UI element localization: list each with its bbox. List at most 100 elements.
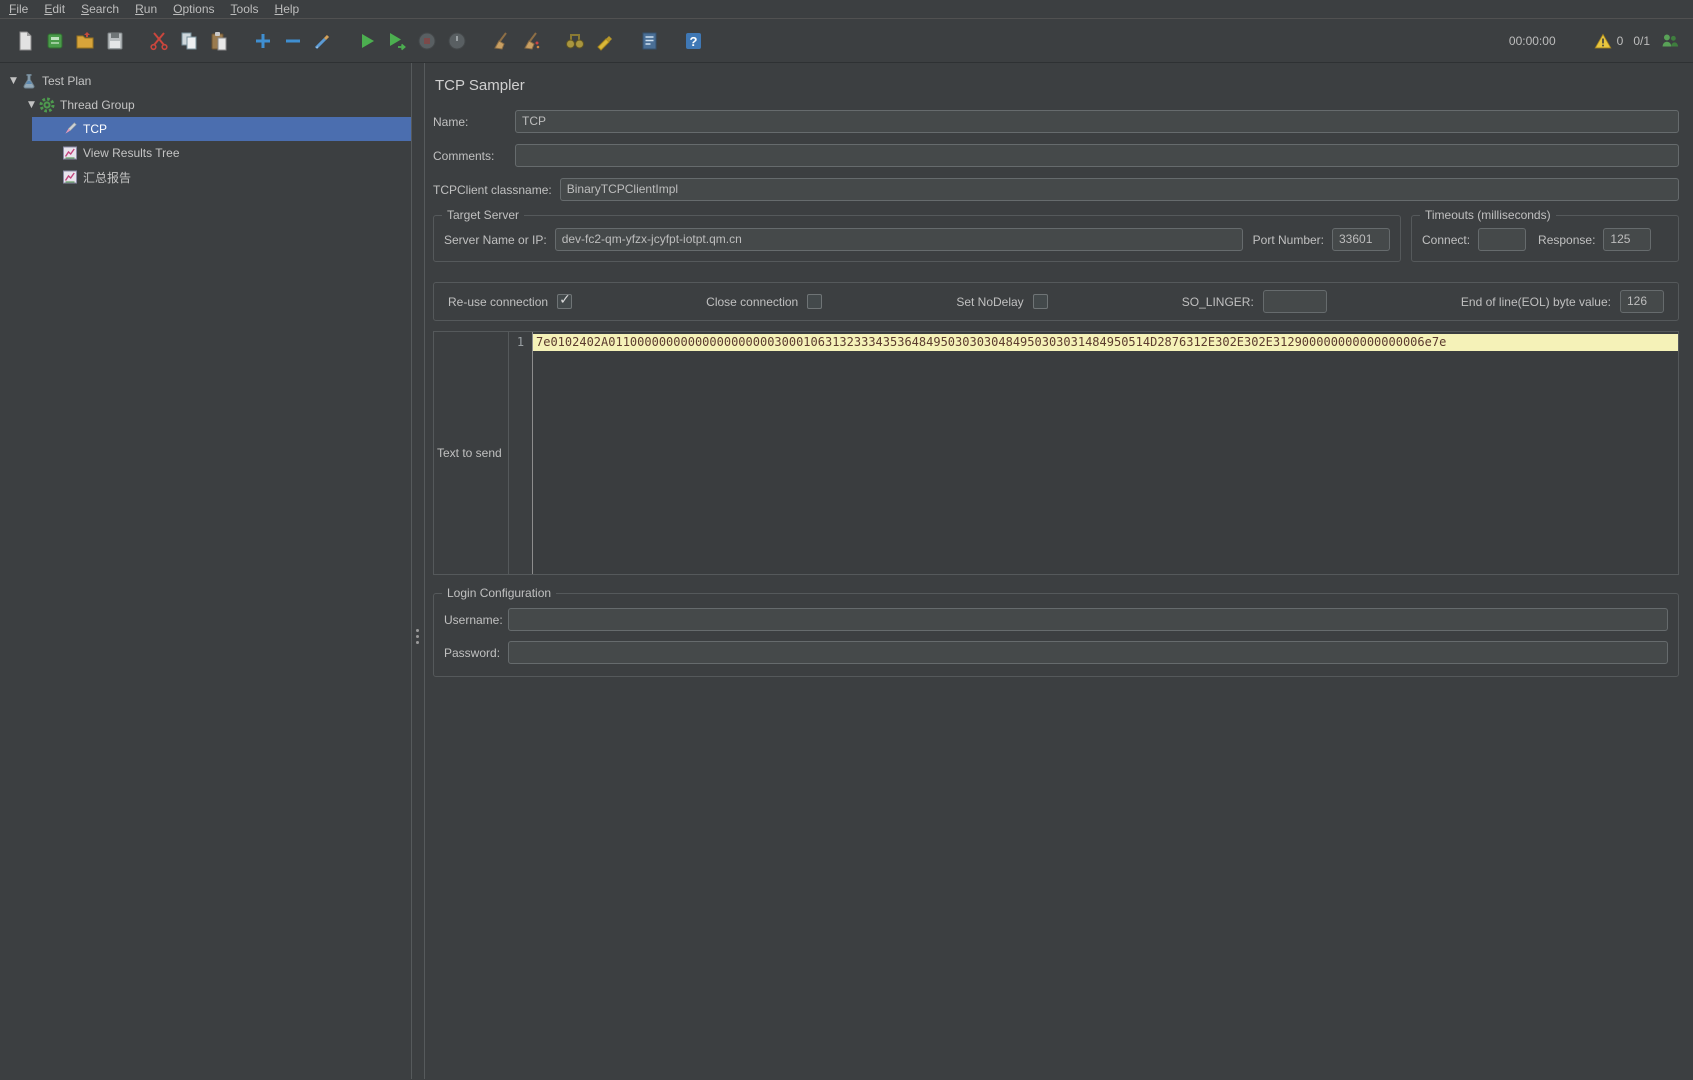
search-reset-button[interactable] xyxy=(590,26,620,56)
menu-help[interactable]: Help xyxy=(270,1,305,17)
toggle-pencil-icon xyxy=(314,34,330,49)
menu-file[interactable]: File xyxy=(4,1,33,17)
line-number: 1 xyxy=(516,335,525,349)
name-input[interactable]: TCP xyxy=(515,110,1679,133)
templates-button[interactable] xyxy=(40,26,70,56)
page-title: TCP Sampler xyxy=(435,77,525,94)
templates-icon xyxy=(47,33,63,48)
menu-edit[interactable]: Edit xyxy=(39,1,70,17)
help-button[interactable]: ? xyxy=(678,26,708,56)
classname-label: TCPClient classname: xyxy=(433,182,552,197)
port-label: Port Number: xyxy=(1252,232,1324,247)
tree-item-tcp[interactable]: TCP xyxy=(0,117,411,141)
tree-item-summary-report[interactable]: 汇总报告 xyxy=(0,165,411,189)
so-linger-label: SO_LINGER: xyxy=(1181,294,1254,309)
connect-timeout-label: Connect: xyxy=(1422,232,1471,247)
clear-button[interactable] xyxy=(486,26,516,56)
remove-button[interactable] xyxy=(278,26,308,56)
target-server-group: Target Server Server Name or IP: dev-fc2… xyxy=(433,208,1401,262)
username-input[interactable] xyxy=(508,608,1668,631)
search-binoculars-icon xyxy=(566,33,584,48)
line-number-gutter: 1 xyxy=(508,332,533,574)
eol-label: End of line(EOL) byte value: xyxy=(1460,294,1611,309)
eol-input[interactable]: 126 xyxy=(1620,290,1664,313)
close-connection-label: Close connection xyxy=(706,294,799,309)
search-button[interactable] xyxy=(560,26,590,56)
function-helper-button[interactable] xyxy=(634,26,664,56)
collapse-arrow-icon[interactable]: ▼ xyxy=(24,100,39,110)
tree-item-view-results-tree[interactable]: View Results Tree xyxy=(0,141,411,165)
plus-icon xyxy=(256,33,270,48)
selected-tree-item[interactable]: TCP xyxy=(32,117,411,141)
server-label: Server Name or IP: xyxy=(444,232,547,247)
log-warnings-indicator[interactable]: 0 xyxy=(1594,32,1624,50)
tree-item-label: View Results Tree xyxy=(83,146,180,160)
minus-icon xyxy=(286,39,300,42)
collapse-arrow-icon[interactable]: ▼ xyxy=(6,76,21,86)
stop-button[interactable] xyxy=(412,26,442,56)
cut-button[interactable] xyxy=(144,26,174,56)
timeouts-group-title: Timeouts (milliseconds) xyxy=(1420,208,1556,222)
close-connection-option: Close connection xyxy=(706,294,823,309)
listener-chart-icon xyxy=(63,146,77,160)
save-icon xyxy=(107,32,123,49)
save-button[interactable] xyxy=(100,26,130,56)
start-icon xyxy=(362,33,374,48)
tree-item-thread-group[interactable]: ▼ Thread Group xyxy=(0,93,411,117)
menu-options[interactable]: Options xyxy=(168,1,219,17)
warning-count: 0 xyxy=(1616,33,1624,48)
new-file-button[interactable] xyxy=(10,26,40,56)
text-to-send-area: Text to send 1 7e0102402A011000000000000… xyxy=(433,331,1679,575)
copy-button[interactable] xyxy=(174,26,204,56)
classname-input[interactable]: BinaryTCPClientImpl xyxy=(559,178,1679,201)
splitter-grip-icon xyxy=(416,629,419,644)
menu-run[interactable]: Run xyxy=(130,1,162,17)
test-plan-tree: ▼ Test Plan ▼ Thread Group TCP View Resu… xyxy=(0,63,412,1079)
comments-input[interactable] xyxy=(515,144,1679,167)
tree-leaf[interactable]: View Results Tree xyxy=(32,141,411,165)
reuse-connection-label: Re-use connection xyxy=(448,294,549,309)
menu-search[interactable]: Search xyxy=(76,1,124,17)
paste-icon xyxy=(211,31,227,50)
svg-text:?: ? xyxy=(690,34,698,49)
so-linger-input[interactable] xyxy=(1262,290,1327,313)
editor-current-line[interactable]: 7e0102402A011000000000000000000003000106… xyxy=(533,334,1678,351)
tree-item-test-plan[interactable]: ▼ Test Plan xyxy=(0,69,411,93)
toggle-button[interactable] xyxy=(308,26,338,56)
menu-tools[interactable]: Tools xyxy=(226,1,264,17)
port-input[interactable]: 33601 xyxy=(1332,228,1390,251)
clear-all-broom-icon xyxy=(524,31,540,50)
new-file-icon xyxy=(19,31,32,50)
start-no-pauses-button[interactable] xyxy=(382,26,412,56)
server-input[interactable]: dev-fc2-qm-yfzx-jcyfpt-iotpt.qm.cn xyxy=(554,228,1243,251)
toolbar: ? 00:00:00 0 0/1 xyxy=(0,19,1693,63)
close-connection-checkbox[interactable] xyxy=(807,294,823,309)
add-button[interactable] xyxy=(248,26,278,56)
connection-options-box: Re-use connection Close connection Set N… xyxy=(433,282,1679,321)
reuse-connection-option: Re-use connection xyxy=(448,292,573,309)
stop-icon xyxy=(418,32,436,49)
menu-bar: File Edit Search Run Options Tools Help xyxy=(0,0,1693,19)
set-nodelay-checkbox[interactable] xyxy=(1032,294,1048,309)
password-input[interactable] xyxy=(508,641,1668,664)
text-to-send-editor[interactable]: 7e0102402A011000000000000000000003000106… xyxy=(533,332,1678,574)
tree-item-label: TCP xyxy=(83,122,107,136)
thread-counter: 0/1 xyxy=(1633,33,1650,48)
target-server-group-title: Target Server xyxy=(442,208,525,222)
comments-label: Comments: xyxy=(433,148,495,163)
shutdown-icon xyxy=(448,32,466,49)
help-icon: ? xyxy=(686,32,701,49)
open-folder-icon xyxy=(76,31,94,48)
response-timeout-input[interactable]: 125 xyxy=(1603,228,1652,251)
test-plan-icon xyxy=(23,74,35,89)
connect-timeout-input[interactable] xyxy=(1478,228,1527,251)
paste-button[interactable] xyxy=(204,26,234,56)
shutdown-button[interactable] xyxy=(442,26,472,56)
panel-splitter[interactable] xyxy=(412,63,425,1079)
timeouts-group: Timeouts (milliseconds) Connect: Respons… xyxy=(1411,208,1679,262)
clear-all-button[interactable] xyxy=(516,26,546,56)
reuse-connection-checkbox[interactable] xyxy=(557,292,573,309)
open-button[interactable] xyxy=(70,26,100,56)
start-button[interactable] xyxy=(352,26,382,56)
tree-leaf[interactable]: 汇总报告 xyxy=(32,165,411,189)
